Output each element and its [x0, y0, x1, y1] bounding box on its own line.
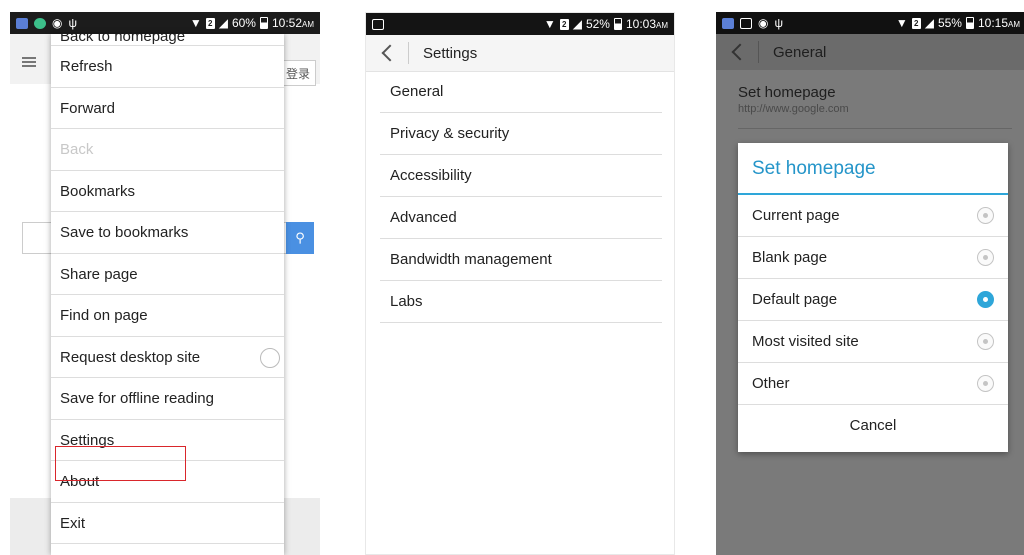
- divider: [408, 42, 409, 64]
- settings-screen: ▼ 2 ◢ 52% 10:03AM Settings General Priva…: [365, 12, 675, 555]
- sim-icon: 2: [559, 18, 569, 30]
- set-homepage-dialog: Set homepage Current page Blank page Def…: [738, 143, 1008, 452]
- menu-item-request-desktop-site[interactable]: Request desktop site: [51, 337, 284, 378]
- sim-icon: 2: [205, 17, 215, 29]
- clock: 10:15: [977, 16, 1008, 30]
- menu-icon[interactable]: [22, 57, 36, 67]
- sim-icon: 2: [911, 17, 921, 29]
- option-most-visited[interactable]: Most visited site: [738, 321, 1008, 363]
- option-label: Blank page: [752, 249, 828, 266]
- chat-notification-icon: [34, 17, 46, 29]
- action-bar: General: [716, 34, 1024, 70]
- app-notification-icon: [722, 17, 734, 29]
- option-label: Other: [752, 375, 790, 392]
- option-label: Most visited site: [752, 333, 859, 350]
- menu-item-back: Back: [51, 129, 284, 171]
- cat-notification-icon: ◉: [758, 16, 769, 30]
- browser-menu-screen: 登录 ⚲ ◉ ψ ▼ 2 ◢ 60% 10:52AM Back to homep…: [10, 12, 320, 555]
- radio-icon[interactable]: [977, 375, 994, 392]
- menu-item-share-page[interactable]: Share page: [51, 254, 284, 295]
- radio-icon[interactable]: [977, 207, 994, 224]
- image-notification-icon: [372, 18, 384, 30]
- clock-ampm: AM: [302, 20, 314, 29]
- settings-item-bandwidth[interactable]: Bandwidth management: [380, 239, 662, 281]
- menu-item-exit[interactable]: Exit: [51, 503, 284, 544]
- option-blank-page[interactable]: Blank page: [738, 237, 1008, 279]
- menu-item-find-on-page[interactable]: Find on page: [51, 295, 284, 337]
- settings-item-general[interactable]: General: [380, 71, 662, 113]
- menu-item-settings[interactable]: Settings: [51, 420, 284, 461]
- wifi-icon: ▼: [543, 17, 556, 31]
- option-label: Current page: [752, 207, 840, 224]
- battery-percent: 60%: [231, 16, 256, 30]
- radio-icon[interactable]: [977, 249, 994, 266]
- radio-selected-icon[interactable]: [977, 291, 994, 308]
- status-bar: ◉ ψ ▼ 2 ◢ 55% 10:15AM: [716, 12, 1024, 34]
- option-current-page[interactable]: Current page: [738, 195, 1008, 237]
- menu-item-bookmarks[interactable]: Bookmarks: [51, 171, 284, 212]
- settings-item-advanced[interactable]: Advanced: [380, 197, 662, 239]
- usb-icon: ψ: [774, 16, 784, 30]
- battery-percent: 52%: [585, 17, 610, 31]
- app-notification-icon: [16, 17, 28, 29]
- image-notification-icon: [740, 17, 752, 29]
- clock: 10:52: [271, 16, 302, 30]
- cat-notification-icon: ◉: [52, 16, 63, 30]
- settings-item-labs[interactable]: Labs: [380, 281, 662, 323]
- desktop-site-toggle[interactable]: [260, 347, 280, 368]
- menu-item-refresh[interactable]: Refresh: [51, 46, 284, 88]
- menu-item-label: Request desktop site: [60, 348, 201, 366]
- overflow-menu: Back to homepage Refresh Forward Back Bo…: [51, 34, 284, 555]
- page-title: Settings: [423, 44, 478, 62]
- wifi-icon: ▼: [189, 16, 202, 30]
- page-title: General: [773, 43, 827, 61]
- setting-summary: http://www.google.com: [738, 103, 849, 115]
- clock: 10:03: [625, 17, 656, 31]
- login-button[interactable]: 登录: [280, 60, 316, 86]
- battery-percent: 55%: [937, 16, 962, 30]
- wifi-icon: ▼: [895, 16, 908, 30]
- signal-icon: ◢: [924, 16, 934, 30]
- option-default-page[interactable]: Default page: [738, 279, 1008, 321]
- status-bar: ◉ ψ ▼ 2 ◢ 60% 10:52AM: [10, 12, 320, 34]
- radio-icon[interactable]: [977, 333, 994, 350]
- option-label: Default page: [752, 291, 838, 308]
- settings-list: General Privacy & security Accessibility…: [366, 71, 674, 323]
- dialog-title: Set homepage: [738, 143, 1008, 195]
- back-arrow-icon[interactable]: [381, 44, 399, 62]
- signal-icon: ◢: [572, 17, 582, 31]
- cancel-button[interactable]: Cancel: [738, 405, 1008, 446]
- setting-title: Set homepage: [738, 84, 836, 101]
- status-bar: ▼ 2 ◢ 52% 10:03AM: [366, 13, 674, 35]
- search-icon[interactable]: ⚲: [286, 222, 314, 254]
- general-settings-screen: ◉ ψ ▼ 2 ◢ 55% 10:15AM General Set homepa…: [716, 12, 1024, 555]
- menu-item-back-to-homepage[interactable]: Back to homepage: [51, 34, 284, 46]
- action-bar: Settings: [366, 35, 674, 72]
- menu-item-about[interactable]: About: [51, 461, 284, 503]
- battery-icon: [965, 17, 974, 29]
- option-other[interactable]: Other: [738, 363, 1008, 405]
- settings-item-privacy[interactable]: Privacy & security: [380, 113, 662, 155]
- set-homepage-setting[interactable]: Set homepage http://www.google.com: [738, 84, 1012, 129]
- clock-ampm: AM: [656, 21, 668, 30]
- menu-item-save-to-bookmarks[interactable]: Save to bookmarks: [51, 212, 284, 254]
- signal-icon: ◢: [218, 16, 228, 30]
- divider: [758, 41, 759, 63]
- menu-item-forward[interactable]: Forward: [51, 88, 284, 129]
- menu-item-save-offline[interactable]: Save for offline reading: [51, 378, 284, 420]
- usb-icon: ψ: [68, 16, 78, 30]
- back-arrow-icon[interactable]: [731, 43, 749, 61]
- settings-item-accessibility[interactable]: Accessibility: [380, 155, 662, 197]
- battery-icon: [259, 17, 268, 29]
- clock-ampm: AM: [1008, 20, 1020, 29]
- battery-icon: [613, 18, 622, 30]
